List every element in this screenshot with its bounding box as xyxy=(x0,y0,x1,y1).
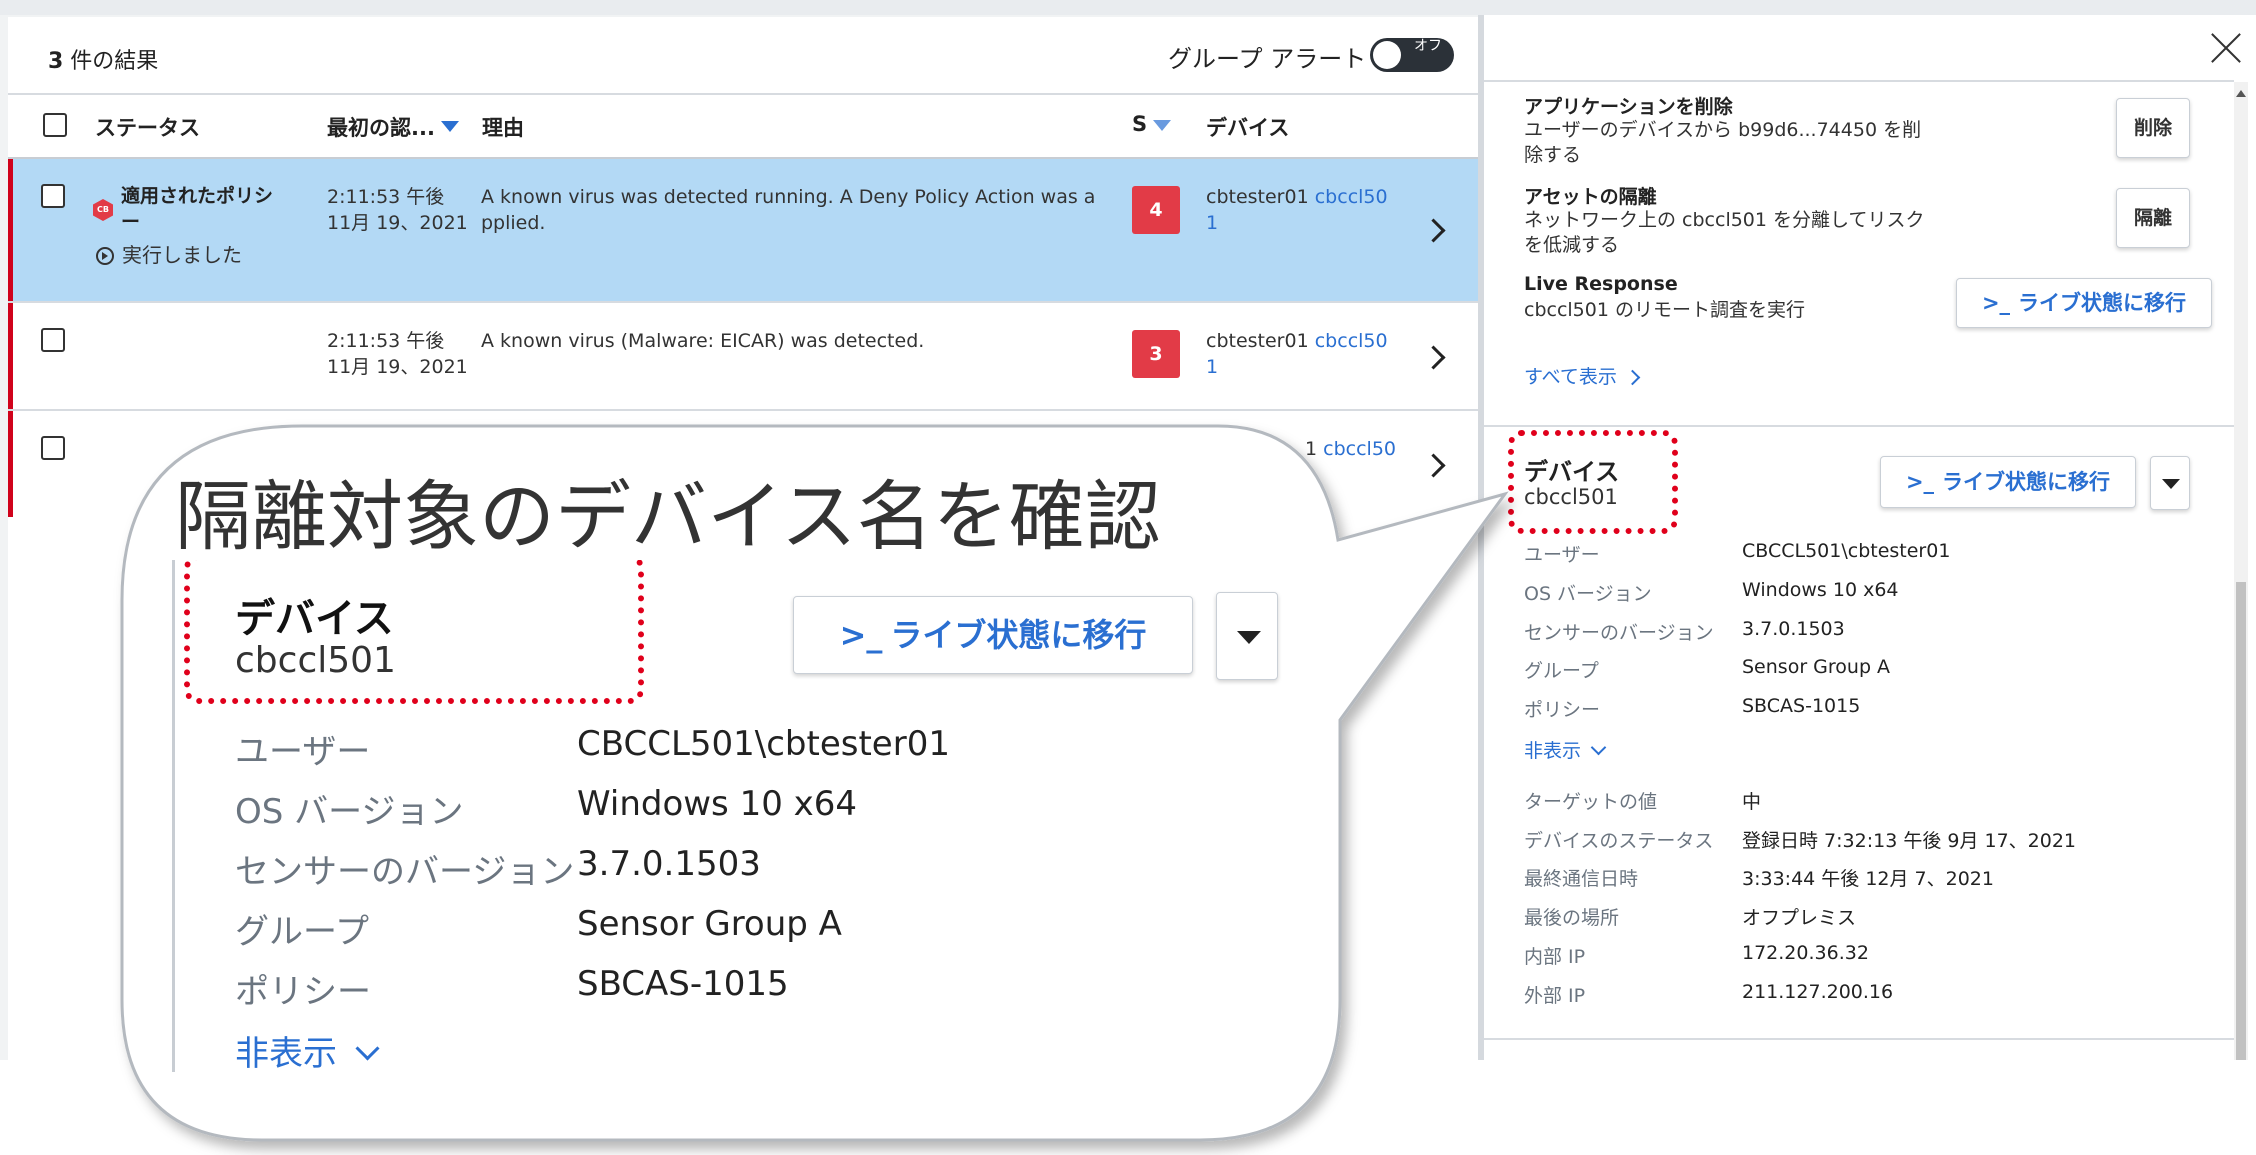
zoom-highlight-box xyxy=(184,560,644,704)
zoom-value-sensor: 3.7.0.1503 xyxy=(577,844,761,884)
terminal-icon: >_ xyxy=(839,616,883,654)
zoom-value-group: Sensor Group A xyxy=(577,904,842,944)
callout-heading: 隔離対象のデバイス名を確認 xyxy=(175,472,1161,561)
zoomed-device-section: デバイス cbccl501 >_ ライブ状態に移行 ユーザー CBCCL501\c… xyxy=(172,560,1322,1072)
zoom-value-user: CBCCL501\cbtester01 xyxy=(577,724,950,764)
zoom-key-os: OS バージョン xyxy=(235,792,464,832)
zoom-section-rule xyxy=(172,560,175,1072)
zoom-key-group: グループ xyxy=(235,912,369,952)
zoom-value-os: Windows 10 x64 xyxy=(577,784,858,824)
zoom-key-sensor: センサーのバージョン xyxy=(235,852,575,892)
zoom-live-response-button: >_ ライブ状態に移行 xyxy=(793,596,1193,674)
zoom-value-policy: SBCAS-1015 xyxy=(577,964,789,1004)
zoom-key-policy: ポリシー xyxy=(235,972,371,1012)
zoom-key-user: ユーザー xyxy=(235,732,371,772)
chevron-down-icon xyxy=(355,1036,380,1061)
zoom-hide-toggle: 非表示 xyxy=(235,1026,380,1072)
caret-down-icon xyxy=(1237,631,1261,644)
zoom-dropdown xyxy=(1216,592,1278,680)
